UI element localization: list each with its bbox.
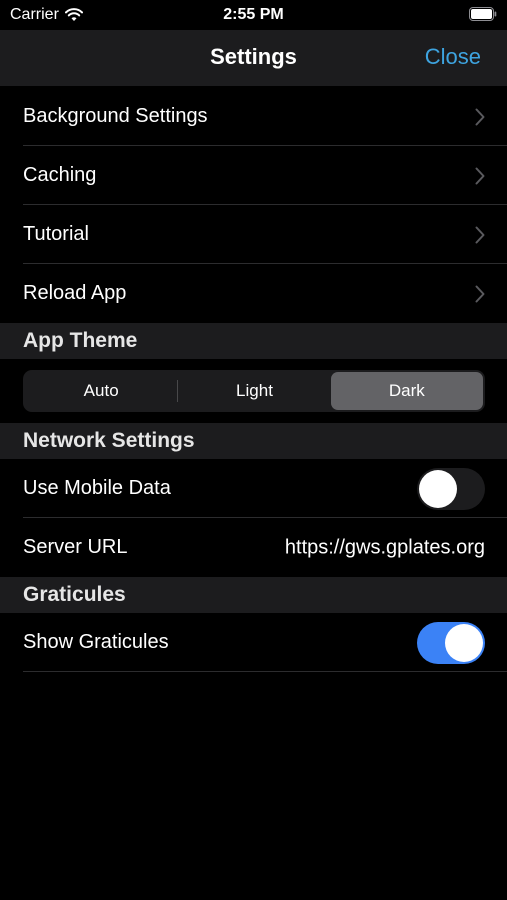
theme-control-row: Auto Light Dark <box>0 359 507 423</box>
navigation-bar: Settings Close <box>0 30 507 86</box>
section-header-network-settings: Network Settings <box>0 423 507 459</box>
show-graticules-label: Show Graticules <box>23 631 169 653</box>
mobile-data-row: Use Mobile Data <box>0 459 507 518</box>
section-header-app-theme: App Theme <box>0 323 507 359</box>
chevron-right-icon <box>475 226 485 243</box>
battery-icon <box>469 7 497 21</box>
toggle-knob <box>419 469 457 508</box>
menu-item-label: Background Settings <box>23 105 208 127</box>
server-url-label: Server URL <box>23 536 128 558</box>
close-button[interactable]: Close <box>425 44 481 70</box>
menu-item-label: Reload App <box>23 282 127 304</box>
server-url-value: https://gws.gplates.org <box>284 536 485 558</box>
menu-item-label: Tutorial <box>23 223 89 245</box>
toggle-knob <box>445 623 483 662</box>
server-url-row[interactable]: Server URL https://gws.gplates.org <box>0 518 507 577</box>
chevron-right-icon <box>475 108 485 125</box>
show-graticules-row: Show Graticules <box>0 613 507 672</box>
mobile-data-label: Use Mobile Data <box>23 477 171 499</box>
theme-option-auto[interactable]: Auto <box>25 372 177 410</box>
menu-item-tutorial[interactable]: Tutorial <box>0 205 507 264</box>
menu-item-background-settings[interactable]: Background Settings <box>0 87 507 146</box>
status-bar: Carrier 2:55 PM <box>0 0 507 30</box>
chevron-right-icon <box>475 167 485 184</box>
theme-segmented-control: Auto Light Dark <box>23 370 485 412</box>
section-header-graticules: Graticules <box>0 577 507 613</box>
menu-item-reload-app[interactable]: Reload App <box>0 264 507 323</box>
chevron-right-icon <box>475 285 485 302</box>
settings-list: Background Settings Caching Tutorial Rel… <box>0 87 507 672</box>
show-graticules-toggle[interactable] <box>417 621 485 664</box>
status-time: 2:55 PM <box>223 6 284 23</box>
menu-item-caching[interactable]: Caching <box>0 146 507 205</box>
menu-item-label: Caching <box>23 164 97 186</box>
mobile-data-toggle[interactable] <box>417 467 485 510</box>
theme-option-dark[interactable]: Dark <box>330 372 483 410</box>
theme-option-light[interactable]: Light <box>178 372 330 410</box>
